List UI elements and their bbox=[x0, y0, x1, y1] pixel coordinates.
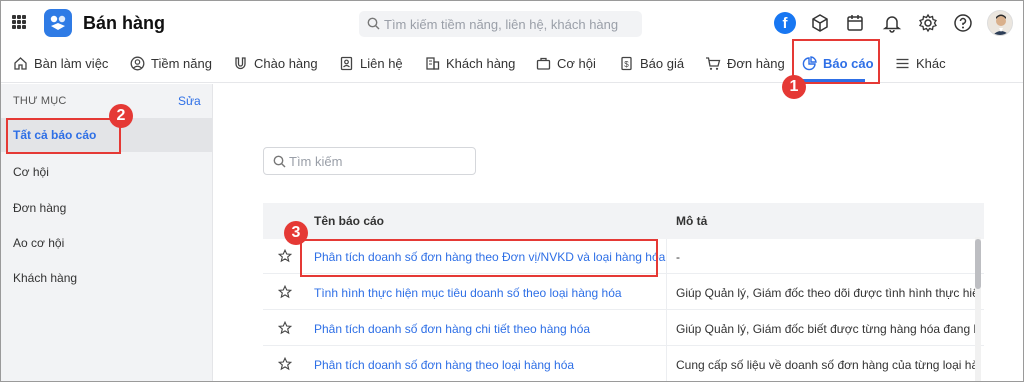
table-row[interactable]: Phân tích doanh số đơn hàng chi tiết the… bbox=[263, 311, 984, 346]
app-title: Bán hàng bbox=[83, 13, 166, 33]
sidebar-item-customers[interactable]: Khách hàng bbox=[1, 261, 212, 295]
nav-item-label: Bàn làm việc bbox=[34, 55, 109, 71]
menu-lines-icon bbox=[896, 58, 909, 68]
report-description: Giúp Quản lý, Giám đốc theo dõi được tìn… bbox=[676, 286, 976, 300]
svg-text:$: $ bbox=[624, 60, 629, 69]
calendar-icon[interactable] bbox=[845, 13, 865, 33]
star-icon[interactable] bbox=[278, 357, 292, 371]
nav-item-label: Đơn hàng bbox=[727, 55, 785, 71]
star-icon[interactable] bbox=[278, 321, 292, 335]
package-icon[interactable] bbox=[810, 13, 830, 33]
user-circle-icon bbox=[130, 56, 145, 70]
magnet-icon bbox=[235, 56, 246, 69]
report-name-link[interactable]: Phân tích doanh số đơn hàng chi tiết the… bbox=[314, 322, 590, 336]
highlight-reports-tab bbox=[792, 39, 880, 84]
nav-item-offers[interactable]: Chào hàng bbox=[233, 45, 318, 81]
user-avatar[interactable] bbox=[987, 10, 1013, 36]
reports-table: Tên báo cáo Mô tả Phân tích doanh số đơn… bbox=[263, 203, 984, 381]
table-header: Tên báo cáo Mô tả bbox=[263, 203, 984, 239]
sidebar-edit-link[interactable]: Sửa bbox=[178, 94, 201, 108]
column-header-name[interactable]: Tên báo cáo bbox=[314, 214, 384, 228]
nav-item-quotes[interactable]: $ Báo giá bbox=[619, 45, 684, 81]
nav-item-label: Báo giá bbox=[640, 55, 685, 71]
reports-main: Tên báo cáo Mô tả Phân tích doanh số đơn… bbox=[214, 84, 1023, 381]
search-icon bbox=[273, 155, 286, 168]
gear-icon[interactable] bbox=[918, 13, 938, 33]
highlight-all-reports bbox=[6, 118, 121, 154]
dollar-doc-icon: $ bbox=[621, 56, 632, 70]
nav-item-workspace[interactable]: Bàn làm việc bbox=[13, 45, 108, 81]
sidebar-heading: THƯ MỤC bbox=[13, 95, 67, 107]
sidebar-item-opportunities[interactable]: Cơ hội bbox=[1, 155, 212, 189]
global-search-input[interactable] bbox=[384, 14, 634, 34]
table-scrollbar-thumb[interactable] bbox=[975, 239, 981, 289]
nav-item-label: Tiềm năng bbox=[151, 55, 212, 71]
facebook-icon[interactable]: f bbox=[774, 12, 796, 34]
star-icon[interactable] bbox=[278, 249, 292, 263]
search-icon bbox=[367, 17, 380, 30]
star-icon[interactable] bbox=[278, 285, 292, 299]
nav-item-more[interactable]: Khác bbox=[895, 45, 946, 81]
table-row[interactable]: Tình hình thực hiện mục tiêu doanh số th… bbox=[263, 275, 984, 310]
bell-icon[interactable] bbox=[882, 13, 902, 33]
step-badge-3: 3 bbox=[284, 221, 308, 245]
nav-item-contacts[interactable]: Liên hệ bbox=[339, 45, 403, 81]
home-icon bbox=[14, 56, 27, 70]
report-name-link[interactable]: Tình hình thực hiện mục tiêu doanh số th… bbox=[314, 286, 622, 300]
nav-item-leads[interactable]: Tiềm năng bbox=[130, 45, 212, 81]
nav-item-opportunities[interactable]: Cơ hội bbox=[536, 45, 596, 81]
app-window: Bán hàng f Bàn làm việc Tiềm năng Chào h… bbox=[0, 0, 1024, 382]
help-icon[interactable] bbox=[953, 13, 973, 33]
app-launcher-icon[interactable] bbox=[12, 15, 26, 29]
nav-item-label: Khách hàng bbox=[446, 55, 516, 71]
report-description: Giúp Quản lý, Giám đốc biết được từng hà… bbox=[676, 322, 976, 336]
report-search-input[interactable] bbox=[289, 152, 469, 170]
sidebar-item-orders[interactable]: Đơn hàng bbox=[1, 191, 212, 225]
global-search[interactable] bbox=[359, 11, 642, 37]
column-header-description[interactable]: Mô tả bbox=[676, 214, 707, 228]
cart-icon bbox=[706, 56, 721, 70]
nav-item-label: Cơ hội bbox=[557, 55, 596, 71]
table-row[interactable]: Phân tích doanh số đơn hàng theo loại hà… bbox=[263, 347, 984, 381]
report-search[interactable] bbox=[263, 147, 476, 175]
highlight-first-report bbox=[300, 239, 658, 277]
app-logo-icon bbox=[44, 9, 72, 37]
report-description: - bbox=[676, 250, 680, 264]
nav-item-customers[interactable]: Khách hàng bbox=[425, 45, 515, 81]
briefcase-icon bbox=[536, 57, 551, 70]
step-badge-1: 1 bbox=[782, 75, 806, 99]
sidebar-item-opportunity-pool[interactable]: Ao cơ hội bbox=[1, 226, 212, 260]
step-badge-2: 2 bbox=[109, 104, 133, 128]
report-description: Cung cấp số liệu về doanh số đơn hàng củ… bbox=[676, 358, 976, 372]
building-icon bbox=[426, 56, 440, 70]
nav-item-label: Khác bbox=[916, 55, 946, 71]
nav-item-orders[interactable]: Đơn hàng bbox=[705, 45, 785, 81]
contact-card-icon bbox=[340, 56, 353, 70]
nav-item-label: Chào hàng bbox=[254, 55, 318, 71]
report-name-link[interactable]: Phân tích doanh số đơn hàng theo loại hà… bbox=[314, 358, 574, 372]
nav-item-label: Liên hệ bbox=[360, 55, 403, 71]
